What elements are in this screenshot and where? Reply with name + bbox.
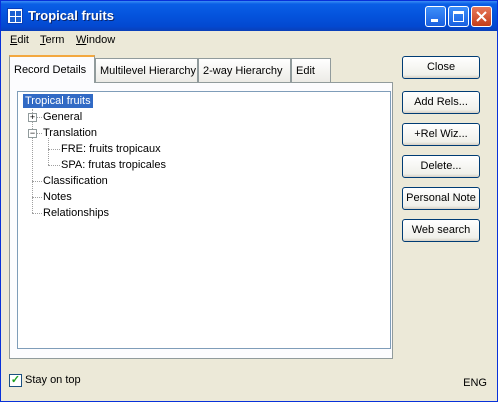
stay-on-top-label: Stay on top <box>25 374 81 386</box>
close-button[interactable]: Close <box>402 56 480 79</box>
add-rels-button[interactable]: Add Rels... <box>402 91 480 114</box>
checkmark-icon[interactable]: ✓ <box>9 374 22 387</box>
tree-node-spa[interactable]: SPA: frutas tropicales <box>61 158 166 172</box>
menu-bar: Edit Term Window <box>1 31 497 51</box>
menu-window[interactable]: Window <box>76 34 115 46</box>
tab-record-details[interactable]: Record Details <box>9 55 95 83</box>
tab-strip: Record Details Multilevel Hierarchy 2-wa… <box>9 55 409 83</box>
tree-node-relationships[interactable]: Relationships <box>43 206 109 220</box>
tab-multilevel-hierarchy[interactable]: Multilevel Hierarchy <box>95 58 198 82</box>
minimize-icon <box>431 19 438 22</box>
maximize-icon <box>453 11 464 22</box>
collapse-icon[interactable]: − <box>28 129 37 138</box>
tab-edit[interactable]: Edit <box>291 58 331 82</box>
tree-node-translation[interactable]: Translation <box>43 126 97 140</box>
window: Tropical fruits Edit Term Window Record … <box>0 0 498 402</box>
web-search-button[interactable]: Web search <box>402 219 480 242</box>
delete-button[interactable]: Delete... <box>402 155 480 178</box>
menu-edit[interactable]: Edit <box>10 34 29 46</box>
app-icon <box>7 8 23 24</box>
menu-term[interactable]: Term <box>40 34 64 46</box>
tree-node-classification[interactable]: Classification <box>43 174 108 188</box>
close-window-button[interactable] <box>471 6 492 27</box>
tree-node-root[interactable]: Tropical fruits <box>23 94 93 108</box>
language-indicator: ENG <box>463 377 487 389</box>
record-tree[interactable]: Tropical fruits + General − Translation … <box>17 91 391 349</box>
maximize-button[interactable] <box>448 6 469 27</box>
tab-2-way-hierarchy[interactable]: 2-way Hierarchy <box>198 58 291 82</box>
minimize-button[interactable] <box>425 6 446 27</box>
tree-node-fre[interactable]: FRE: fruits tropicaux <box>61 142 161 156</box>
title-bar[interactable]: Tropical fruits <box>1 1 497 31</box>
personal-note-button[interactable]: Personal Note <box>402 187 480 210</box>
rel-wiz-button[interactable]: +Rel Wiz... <box>402 123 480 146</box>
window-title: Tropical fruits <box>28 8 114 23</box>
close-icon <box>476 11 487 22</box>
tree-node-notes[interactable]: Notes <box>43 190 72 204</box>
tree-node-general[interactable]: General <box>43 110 82 124</box>
expand-icon[interactable]: + <box>28 113 37 122</box>
